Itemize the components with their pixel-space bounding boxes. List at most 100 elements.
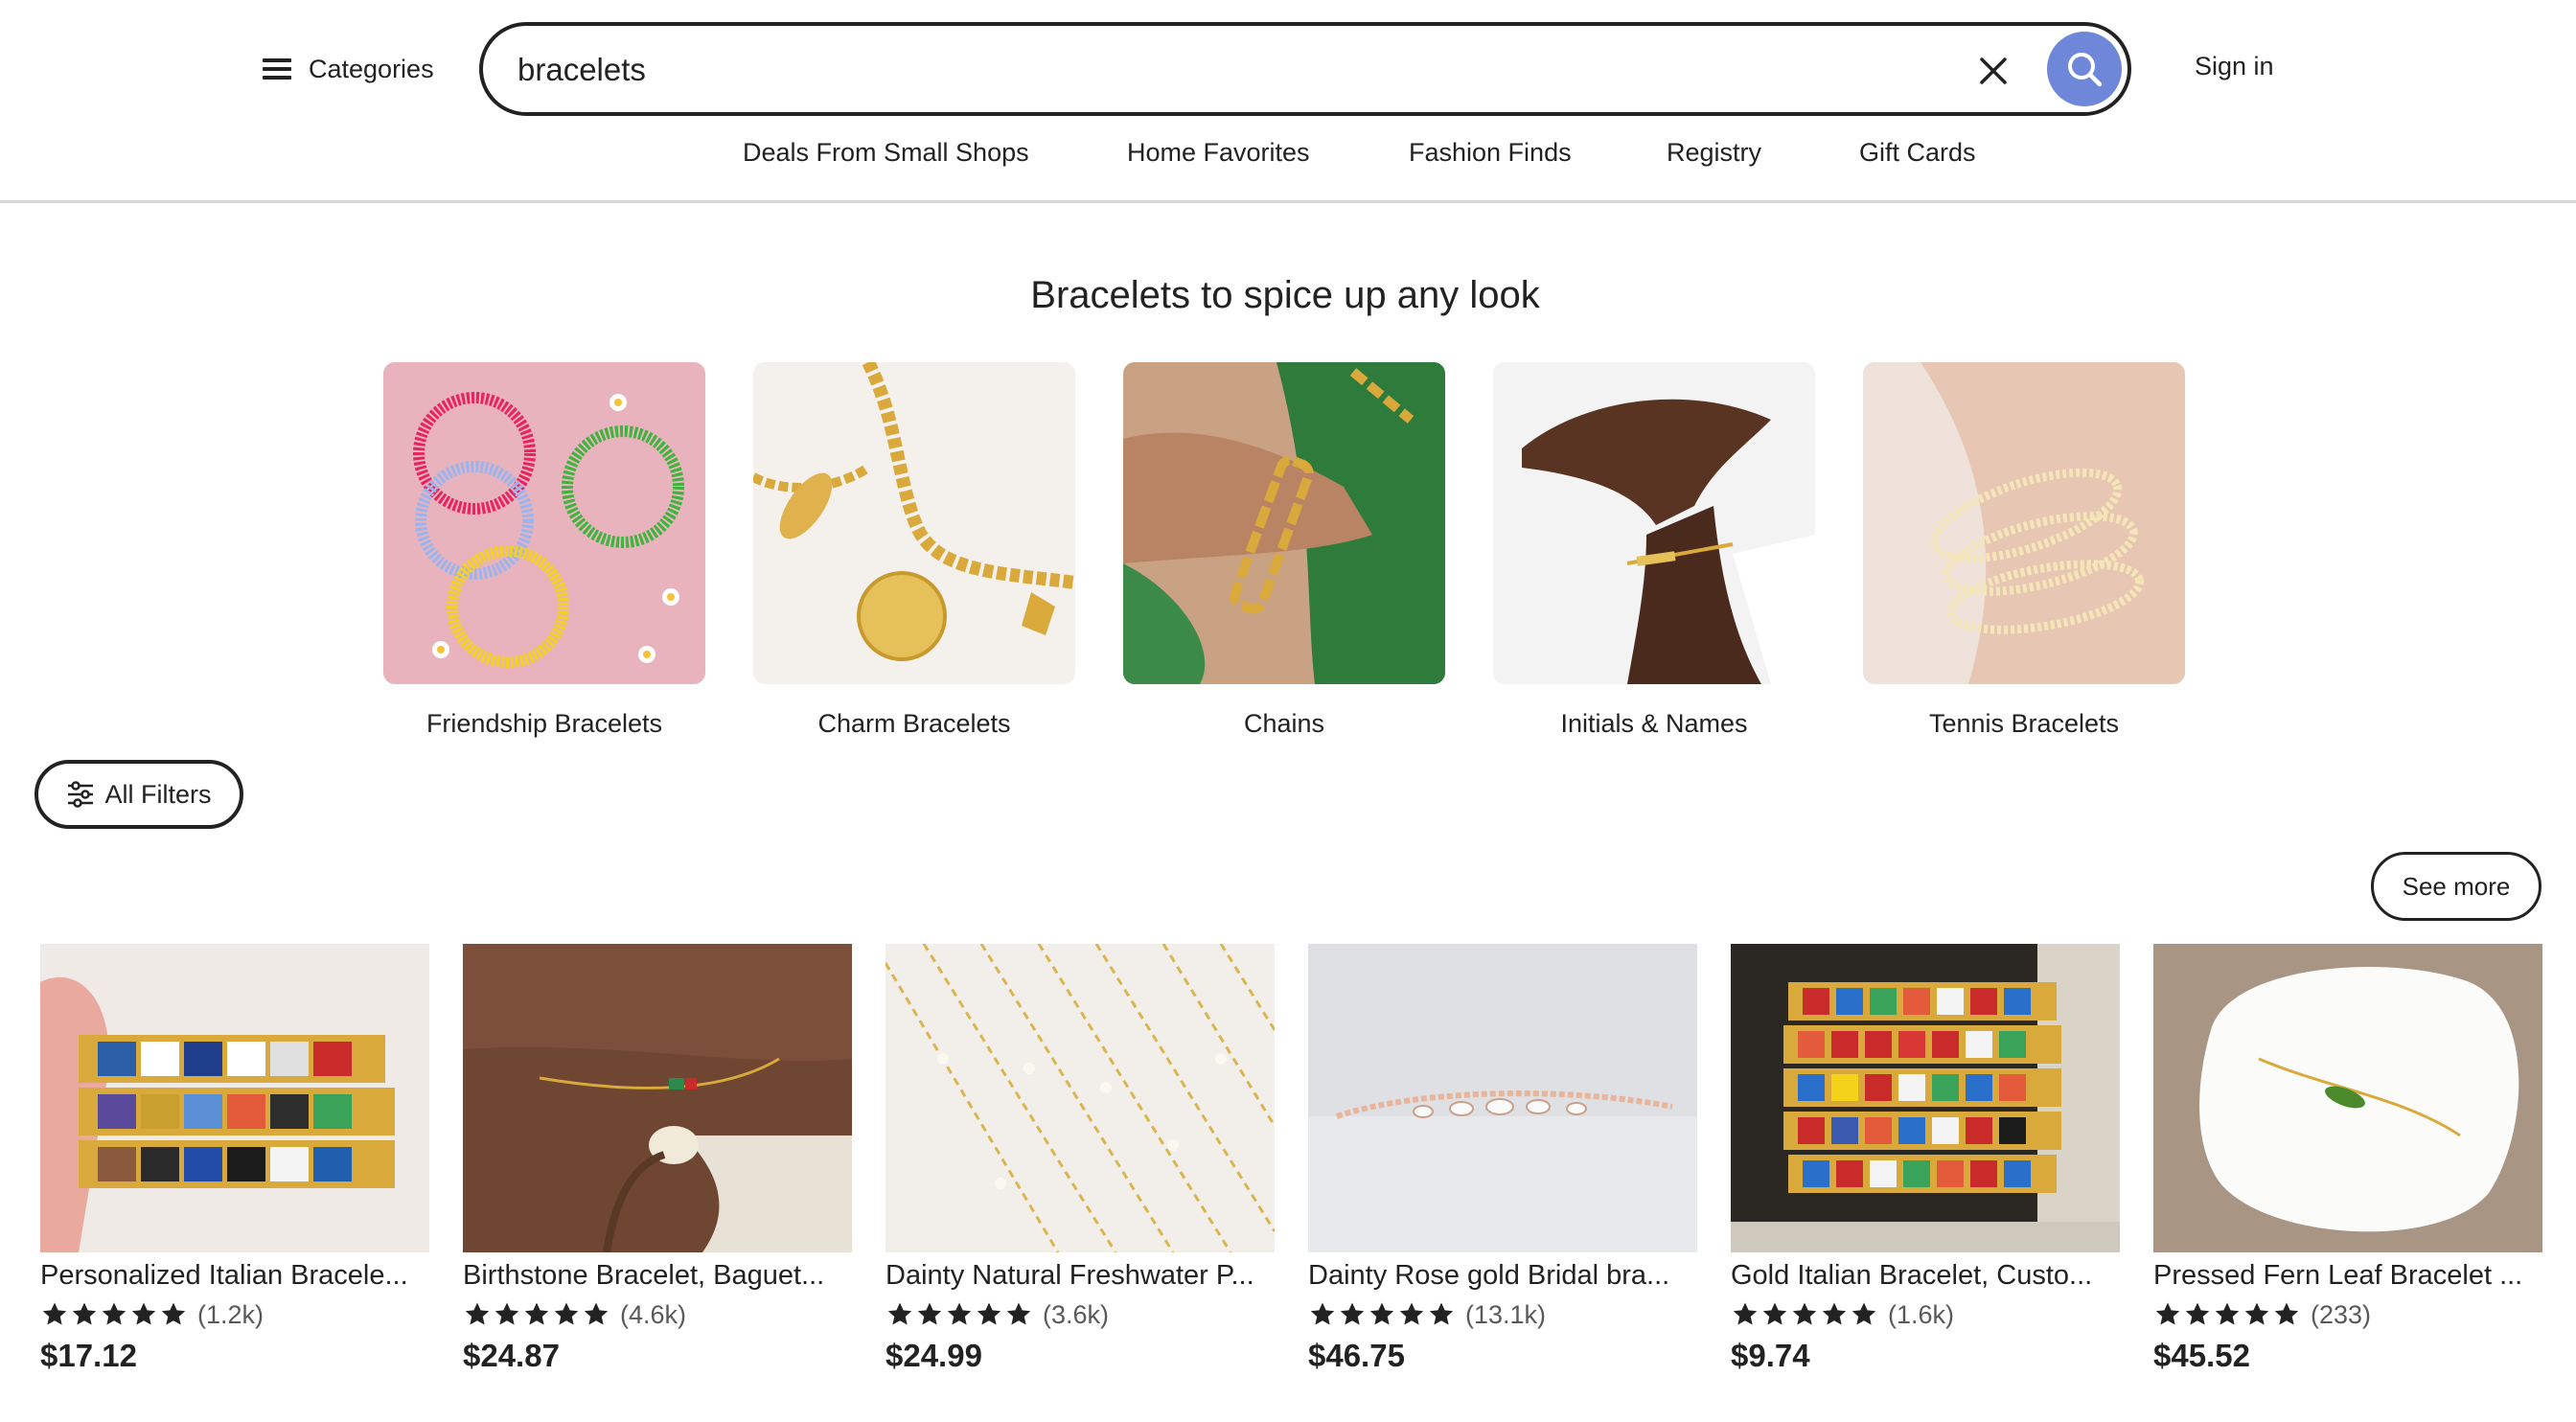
star-icon	[2155, 1302, 2180, 1325]
tennis-bracelets-image	[1863, 362, 2185, 684]
star-icon	[584, 1302, 609, 1325]
product-card[interactable]: Birthstone Bracelet, Baguet... (4.6k) $2…	[463, 944, 852, 1374]
search-icon	[2068, 53, 2103, 87]
star-icon	[1822, 1302, 1847, 1325]
product-title: Personalized Italian Bracele...	[40, 1260, 408, 1291]
categories-label: Categories	[309, 54, 434, 83]
product-rating: (233)	[2153, 1299, 2542, 1330]
product-image	[40, 944, 429, 1252]
star-icon	[1733, 1302, 1758, 1325]
star-icon	[1310, 1302, 1335, 1325]
product-price: $9.74	[1731, 1338, 1810, 1373]
product-title: Gold Italian Bracelet, Custo...	[1731, 1260, 2093, 1291]
star-rating	[1731, 1300, 1878, 1329]
product-price: $24.99	[886, 1338, 982, 1373]
product-price: $17.12	[40, 1338, 137, 1373]
category-card-charm[interactable]: Charm Bracelets	[753, 362, 1075, 739]
review-count: (13.1k)	[1465, 1299, 1547, 1329]
star-icon	[917, 1302, 942, 1325]
star-icon	[1792, 1302, 1817, 1325]
product-image	[2153, 944, 2542, 1252]
category-card-chains[interactable]: Chains	[1123, 362, 1445, 739]
product-title: Birthstone Bracelet, Baguet...	[463, 1260, 825, 1291]
star-icon	[977, 1302, 1001, 1325]
product-card[interactable]: Gold Italian Bracelet, Custo... (1.6k) $…	[1731, 944, 2120, 1374]
star-rating	[2153, 1300, 2301, 1329]
product-rating: (13.1k)	[1308, 1299, 1697, 1330]
star-icon	[1762, 1302, 1787, 1325]
see-more-button[interactable]: See more	[2371, 852, 2542, 921]
star-icon	[131, 1302, 156, 1325]
product-image	[463, 944, 852, 1252]
categories-menu-button[interactable]: Categories	[263, 46, 434, 92]
star-icon	[554, 1302, 579, 1325]
product-price: $46.75	[1308, 1338, 1405, 1373]
search-button[interactable]	[2047, 32, 2122, 106]
product-image	[1308, 944, 1697, 1252]
nav-item-deals[interactable]: Deals From Small Shops	[743, 138, 1029, 168]
product-title: Dainty Natural Freshwater P...	[886, 1260, 1254, 1291]
search-bar	[479, 22, 2131, 116]
category-label: Initials & Names	[1560, 709, 1748, 738]
product-rating: (1.2k)	[40, 1299, 429, 1330]
chains-image	[1123, 362, 1445, 684]
search-input[interactable]	[518, 43, 1859, 97]
top-nav: Deals From Small Shops Home Favorites Fa…	[0, 138, 2576, 176]
star-icon	[887, 1302, 912, 1325]
review-count: (233)	[2311, 1299, 2372, 1329]
star-icon	[465, 1302, 490, 1325]
category-label: Tennis Bracelets	[1928, 709, 2120, 738]
nav-item-fashion-finds[interactable]: Fashion Finds	[1409, 138, 1572, 168]
category-label: Chains	[1243, 709, 1325, 738]
product-rating: (3.6k)	[886, 1299, 1275, 1330]
star-icon	[1852, 1302, 1876, 1325]
star-icon	[161, 1302, 186, 1325]
star-rating	[463, 1300, 610, 1329]
product-card[interactable]: Pressed Fern Leaf Bracelet ... (233) $45…	[2153, 944, 2542, 1374]
star-icon	[947, 1302, 972, 1325]
star-rating	[886, 1300, 1033, 1329]
charm-bracelets-image	[753, 362, 1075, 684]
star-icon	[2215, 1302, 2240, 1325]
nav-item-registry[interactable]: Registry	[1667, 138, 1761, 168]
category-card-tennis[interactable]: Tennis Bracelets	[1863, 362, 2185, 739]
product-rating: (4.6k)	[463, 1299, 852, 1330]
product-card[interactable]: Personalized Italian Bracele... (1.2k) $…	[40, 944, 429, 1374]
section-title: Bracelets to spice up any look	[1030, 274, 1540, 316]
star-icon	[1340, 1302, 1365, 1325]
clear-search-icon[interactable]	[1974, 52, 2012, 90]
product-image	[886, 944, 1275, 1252]
product-image	[1731, 944, 2120, 1252]
star-icon	[494, 1302, 519, 1325]
hamburger-menu-icon	[263, 57, 291, 80]
section-title-wrap: Bracelets to spice up any look	[0, 274, 2570, 317]
product-rating: (1.6k)	[1731, 1299, 2120, 1330]
star-icon	[1429, 1302, 1454, 1325]
star-icon	[2185, 1302, 2210, 1325]
category-label: Friendship Bracelets	[426, 709, 663, 738]
nav-item-gift-cards[interactable]: Gift Cards	[1859, 138, 1976, 168]
sign-in-link[interactable]: Sign in	[2195, 52, 2274, 81]
all-filters-label: All Filters	[104, 779, 212, 809]
initials-names-image	[1493, 362, 1815, 684]
product-card[interactable]: Dainty Natural Freshwater P... (3.6k) $2…	[886, 944, 1275, 1374]
star-icon	[2274, 1302, 2299, 1325]
nav-item-home-favorites[interactable]: Home Favorites	[1127, 138, 1310, 168]
review-count: (3.6k)	[1043, 1299, 1110, 1329]
review-count: (1.2k)	[197, 1299, 264, 1329]
product-title: Dainty Rose gold Bridal bra...	[1308, 1260, 1670, 1291]
site-header: Categories Sign in Deals From Small Shop…	[0, 0, 2576, 203]
star-icon	[72, 1302, 97, 1325]
star-rating	[1308, 1300, 1456, 1329]
all-filters-button[interactable]: All Filters	[34, 760, 243, 829]
filter-sliders-icon	[68, 781, 94, 808]
product-card[interactable]: Dainty Rose gold Bridal bra... (13.1k) $…	[1308, 944, 1697, 1374]
star-icon	[42, 1302, 67, 1325]
star-icon	[2244, 1302, 2269, 1325]
product-title: Pressed Fern Leaf Bracelet ...	[2153, 1260, 2523, 1291]
category-label: Charm Bracelets	[817, 709, 1011, 738]
category-card-friendship[interactable]: Friendship Bracelets	[383, 362, 705, 739]
product-price: $24.87	[463, 1338, 560, 1373]
category-card-initials[interactable]: Initials & Names	[1493, 362, 1815, 739]
star-icon	[1369, 1302, 1394, 1325]
